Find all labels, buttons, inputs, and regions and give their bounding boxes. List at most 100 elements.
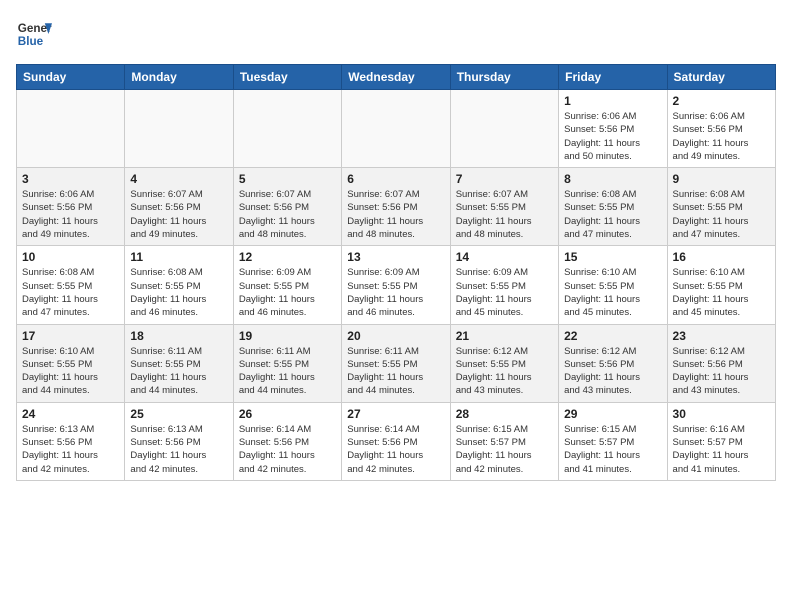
calendar-cell: 12 Sunrise: 6:09 AMSunset: 5:55 PMDayligh… <box>233 246 341 324</box>
weekday-header-thursday: Thursday <box>450 65 558 90</box>
calendar-cell: 14 Sunrise: 6:09 AMSunset: 5:55 PMDayligh… <box>450 246 558 324</box>
day-number: 11 <box>130 250 227 264</box>
calendar-cell: 11 Sunrise: 6:08 AMSunset: 5:55 PMDayligh… <box>125 246 233 324</box>
calendar-cell <box>233 90 341 168</box>
day-info: Sunrise: 6:09 AMSunset: 5:55 PMDaylight:… <box>239 266 336 319</box>
day-info: Sunrise: 6:11 AMSunset: 5:55 PMDaylight:… <box>130 345 227 398</box>
day-number: 10 <box>22 250 119 264</box>
day-number: 9 <box>673 172 770 186</box>
day-info: Sunrise: 6:07 AMSunset: 5:56 PMDaylight:… <box>130 188 227 241</box>
day-info: Sunrise: 6:12 AMSunset: 5:55 PMDaylight:… <box>456 345 553 398</box>
calendar-cell: 22Sunrise: 6:12 AMSunset: 5:56 PMDayligh… <box>559 324 667 402</box>
day-number: 1 <box>564 94 661 108</box>
day-number: 8 <box>564 172 661 186</box>
weekday-header-row: SundayMondayTuesdayWednesdayThursdayFrid… <box>17 65 776 90</box>
day-info: Sunrise: 6:10 AMSunset: 5:55 PMDaylight:… <box>673 266 770 319</box>
calendar-cell: 30 Sunrise: 6:16 AMSunset: 5:57 PMDayligh… <box>667 402 775 480</box>
day-number: 15 <box>564 250 661 264</box>
day-number: 4 <box>130 172 227 186</box>
calendar-cell: 18 Sunrise: 6:11 AMSunset: 5:55 PMDayligh… <box>125 324 233 402</box>
day-number: 30 <box>673 407 770 421</box>
calendar-cell: 24Sunrise: 6:13 AMSunset: 5:56 PMDayligh… <box>17 402 125 480</box>
day-number: 18 <box>130 329 227 343</box>
day-info: Sunrise: 6:14 AMSunset: 5:56 PMDaylight:… <box>347 423 444 476</box>
calendar-table: SundayMondayTuesdayWednesdayThursdayFrid… <box>16 64 776 481</box>
day-number: 29 <box>564 407 661 421</box>
calendar-cell <box>125 90 233 168</box>
day-info: Sunrise: 6:11 AMSunset: 5:55 PMDaylight:… <box>347 345 444 398</box>
calendar-cell: 13 Sunrise: 6:09 AMSunset: 5:55 PMDayligh… <box>342 246 450 324</box>
calendar-cell: 15 Sunrise: 6:10 AMSunset: 5:55 PMDayligh… <box>559 246 667 324</box>
day-number: 26 <box>239 407 336 421</box>
weekday-header-friday: Friday <box>559 65 667 90</box>
calendar-cell <box>342 90 450 168</box>
week-row-4: 17 Sunrise: 6:10 AMSunset: 5:55 PMDayligh… <box>17 324 776 402</box>
calendar-cell: 20 Sunrise: 6:11 AMSunset: 5:55 PMDayligh… <box>342 324 450 402</box>
day-info: Sunrise: 6:08 AMSunset: 5:55 PMDaylight:… <box>130 266 227 319</box>
day-number: 22 <box>564 329 661 343</box>
calendar-cell: 21 Sunrise: 6:12 AMSunset: 5:55 PMDayligh… <box>450 324 558 402</box>
week-row-1: 1 Sunrise: 6:06 AMSunset: 5:56 PMDaylight… <box>17 90 776 168</box>
week-row-3: 10 Sunrise: 6:08 AMSunset: 5:55 PMDayligh… <box>17 246 776 324</box>
calendar-cell: 4 Sunrise: 6:07 AMSunset: 5:56 PMDaylight… <box>125 168 233 246</box>
day-info: Sunrise: 6:10 AMSunset: 5:55 PMDaylight:… <box>22 345 119 398</box>
day-number: 13 <box>347 250 444 264</box>
day-number: 2 <box>673 94 770 108</box>
calendar-cell: 9Sunrise: 6:08 AMSunset: 5:55 PMDaylight… <box>667 168 775 246</box>
week-row-2: 3 Sunrise: 6:06 AMSunset: 5:56 PMDaylight… <box>17 168 776 246</box>
calendar-cell: 2 Sunrise: 6:06 AMSunset: 5:56 PMDaylight… <box>667 90 775 168</box>
calendar-cell <box>17 90 125 168</box>
logo-icon: General Blue <box>16 16 52 52</box>
day-number: 20 <box>347 329 444 343</box>
day-number: 16 <box>673 250 770 264</box>
day-number: 23 <box>673 329 770 343</box>
day-info: Sunrise: 6:07 AMSunset: 5:56 PMDaylight:… <box>347 188 444 241</box>
day-info: Sunrise: 6:08 AMSunset: 5:55 PMDaylight:… <box>22 266 119 319</box>
day-number: 14 <box>456 250 553 264</box>
calendar-cell: 23Sunrise: 6:12 AMSunset: 5:56 PMDayligh… <box>667 324 775 402</box>
day-info: Sunrise: 6:16 AMSunset: 5:57 PMDaylight:… <box>673 423 770 476</box>
day-number: 3 <box>22 172 119 186</box>
day-info: Sunrise: 6:06 AMSunset: 5:56 PMDaylight:… <box>564 110 661 163</box>
weekday-header-saturday: Saturday <box>667 65 775 90</box>
day-number: 25 <box>130 407 227 421</box>
calendar-cell: 19 Sunrise: 6:11 AMSunset: 5:55 PMDayligh… <box>233 324 341 402</box>
calendar-cell <box>450 90 558 168</box>
calendar-cell: 10 Sunrise: 6:08 AMSunset: 5:55 PMDayligh… <box>17 246 125 324</box>
day-number: 24 <box>22 407 119 421</box>
svg-text:Blue: Blue <box>18 35 44 48</box>
day-info: Sunrise: 6:11 AMSunset: 5:55 PMDaylight:… <box>239 345 336 398</box>
day-info: Sunrise: 6:14 AMSunset: 5:56 PMDaylight:… <box>239 423 336 476</box>
day-info: Sunrise: 6:10 AMSunset: 5:55 PMDaylight:… <box>564 266 661 319</box>
day-info: Sunrise: 6:15 AMSunset: 5:57 PMDaylight:… <box>564 423 661 476</box>
day-info: Sunrise: 6:09 AMSunset: 5:55 PMDaylight:… <box>456 266 553 319</box>
calendar-cell: 7 Sunrise: 6:07 AMSunset: 5:55 PMDaylight… <box>450 168 558 246</box>
day-info: Sunrise: 6:07 AMSunset: 5:56 PMDaylight:… <box>239 188 336 241</box>
day-info: Sunrise: 6:09 AMSunset: 5:55 PMDaylight:… <box>347 266 444 319</box>
calendar-cell: 3 Sunrise: 6:06 AMSunset: 5:56 PMDaylight… <box>17 168 125 246</box>
day-number: 19 <box>239 329 336 343</box>
calendar-cell: 29 Sunrise: 6:15 AMSunset: 5:57 PMDayligh… <box>559 402 667 480</box>
weekday-header-monday: Monday <box>125 65 233 90</box>
weekday-header-wednesday: Wednesday <box>342 65 450 90</box>
day-number: 27 <box>347 407 444 421</box>
week-row-5: 24 Sunrise: 6:13 AMSunset: 5:56 PMDayligh… <box>17 402 776 480</box>
day-number: 21 <box>456 329 553 343</box>
day-info: Sunrise: 6:06 AMSunset: 5:56 PMDaylight:… <box>673 110 770 163</box>
day-info: Sunrise: 6:13 AMSunset: 5:56 PMDaylight:… <box>130 423 227 476</box>
day-number: 17 <box>22 329 119 343</box>
day-number: 7 <box>456 172 553 186</box>
calendar-cell: 27 Sunrise: 6:14 AMSunset: 5:56 PMDayligh… <box>342 402 450 480</box>
calendar-cell: 16 Sunrise: 6:10 AMSunset: 5:55 PMDayligh… <box>667 246 775 324</box>
day-number: 12 <box>239 250 336 264</box>
day-info: Sunrise: 6:06 AMSunset: 5:56 PMDaylight:… <box>22 188 119 241</box>
calendar-cell: 25 Sunrise: 6:13 AMSunset: 5:56 PMDayligh… <box>125 402 233 480</box>
calendar-cell: 1 Sunrise: 6:06 AMSunset: 5:56 PMDaylight… <box>559 90 667 168</box>
day-number: 5 <box>239 172 336 186</box>
day-info: Sunrise: 6:15 AMSunset: 5:57 PMDaylight:… <box>456 423 553 476</box>
page-header: General Blue <box>16 16 776 52</box>
day-info: Sunrise: 6:07 AMSunset: 5:55 PMDaylight:… <box>456 188 553 241</box>
calendar-cell: 5 Sunrise: 6:07 AMSunset: 5:56 PMDaylight… <box>233 168 341 246</box>
calendar-cell: 17 Sunrise: 6:10 AMSunset: 5:55 PMDayligh… <box>17 324 125 402</box>
day-number: 6 <box>347 172 444 186</box>
